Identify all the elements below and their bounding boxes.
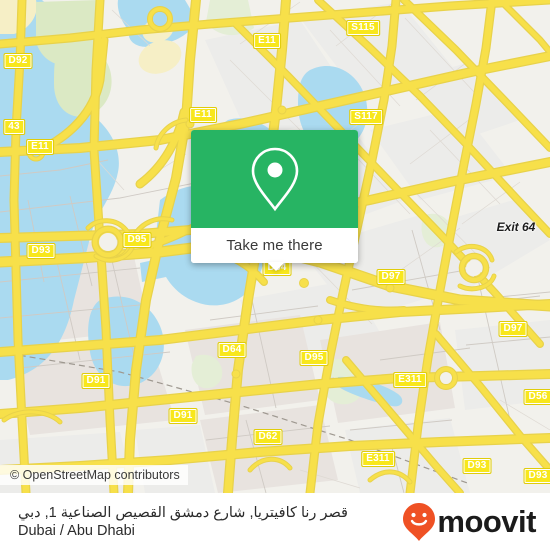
address-block: قصر رنا كافيتريا, شارع دمشق القصيص الصنا… — [0, 504, 402, 540]
map-canvas[interactable]: .rd { stroke:#f7e04a; stroke-linecap:rou… — [0, 0, 550, 493]
road-shield: D91 — [168, 408, 198, 424]
road-shield: E11 — [26, 139, 54, 155]
take-me-there-button[interactable]: Take me there — [191, 228, 358, 263]
road-shield: D91 — [81, 373, 111, 389]
road-shield: D92 — [3, 53, 33, 69]
moovit-smiley-pin-icon — [403, 502, 436, 541]
road-shield: D62 — [253, 429, 283, 445]
road-shield: D93 — [523, 468, 550, 484]
road-shield: D56 — [523, 389, 550, 405]
callout-pointer-tail — [267, 262, 285, 271]
moovit-map-screenshot: .rd { stroke:#f7e04a; stroke-linecap:rou… — [0, 0, 550, 550]
road-shield: E11 — [253, 33, 281, 49]
callout-image-panel — [191, 130, 358, 228]
address-line-region: Dubai / Abu Dhabi — [18, 522, 135, 539]
moovit-brand[interactable]: moovit — [402, 502, 550, 542]
moovit-wordmark: moovit — [437, 503, 536, 539]
road-shield: D64 — [217, 342, 247, 358]
road-shield: 43 — [3, 119, 25, 135]
road-shield: S117 — [349, 109, 383, 125]
road-shield: S115 — [346, 20, 380, 36]
osm-attribution[interactable]: © OpenStreetMap contributors — [0, 465, 188, 485]
take-me-there-label: Take me there — [226, 237, 323, 254]
road-shield: D97 — [498, 321, 528, 337]
location-callout-card[interactable]: Take me there — [191, 130, 358, 271]
road-shield: D93 — [26, 243, 56, 259]
road-shield: D97 — [376, 269, 406, 285]
map-pin-icon — [251, 147, 298, 212]
road-shield: E11 — [189, 107, 217, 123]
road-shield: D93 — [462, 458, 492, 474]
road-shield: D95 — [299, 350, 329, 366]
road-shield: E311 — [393, 372, 427, 388]
exit-label: Exit 64 — [496, 220, 536, 234]
footer-bar: قصر رنا كافيتريا, شارع دمشق القصيص الصنا… — [0, 493, 550, 550]
road-shield: D95 — [122, 232, 152, 248]
road-shield: E311 — [361, 451, 395, 467]
address-line-arabic: قصر رنا كافيتريا, شارع دمشق القصيص الصنا… — [18, 504, 348, 521]
